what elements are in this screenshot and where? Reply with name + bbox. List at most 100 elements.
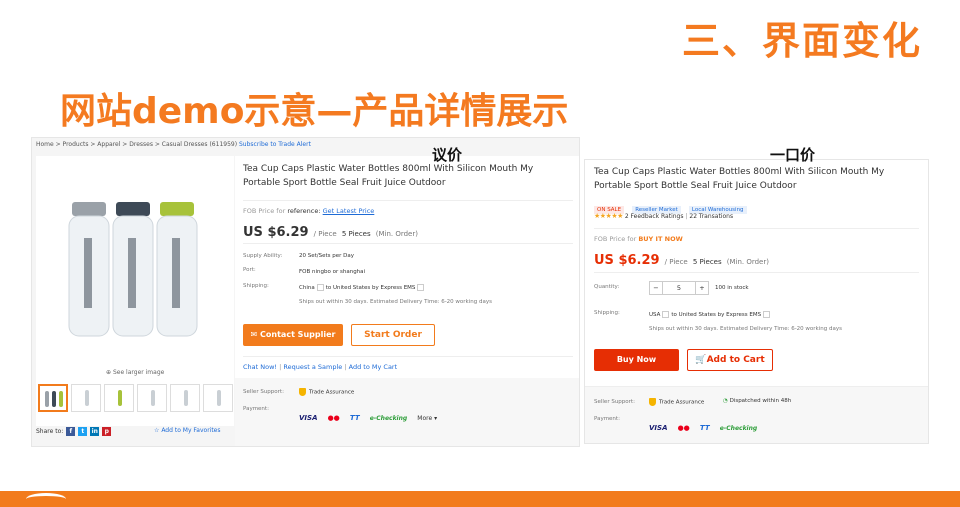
thumbnail-3[interactable] [104,384,134,412]
rating-row: ★★★★★ 2 Feedback Ratings | 22 Transation… [594,212,734,220]
trade-assurance[interactable]: Trade Assurance [299,388,354,396]
thumbnail-6[interactable] [203,384,233,412]
dispatched-label: Dispatched within 48h [729,398,792,404]
ship-to: to United States by Express EMS [325,285,416,291]
trade-assurance-label: Trade Assurance [309,389,355,396]
share-bar: Share to: f t in p [36,427,112,436]
price: US $6.29 [594,253,660,268]
thumbnail-2[interactable] [71,384,101,412]
facebook-icon[interactable]: f [66,427,76,436]
quantity-input[interactable]: 5 [662,281,696,295]
price-unit: / Piece [313,230,337,238]
add-to-cart-label: Add to Cart [706,355,765,365]
add-to-cart-button[interactable]: 🛒Add to Cart [687,349,773,371]
action-links: Chat Now! | Request a Sample | Add to My… [243,363,398,371]
payment-methods: VISA ●● TT e-Checking [649,415,762,434]
add-favorites-label: Add to My Favorites [161,427,221,434]
buy-it-now-label: BUY IT NOW [638,235,683,243]
fob-label: FOB Price for [243,207,286,215]
ship-to: to United States by Express EMS [671,312,762,318]
add-favorites-link[interactable]: ☆ Add to My Favorites [154,427,221,434]
price: US $6.29 [243,225,309,240]
ship-from[interactable]: China [299,285,315,291]
section-title: 三、界面变化 [681,19,922,63]
divider [594,272,919,273]
port-key: Port: [243,267,256,273]
breadcrumb: Home > Products > Apparel > Dresses > Ca… [36,141,311,148]
shipping-row: China to United States by Express EMS [299,284,426,291]
price-row: US $6.29 / Piece 5 Pieces (Min. Order) [243,221,418,240]
thumbnail-1[interactable] [38,384,68,412]
divider [243,356,573,357]
buy-now-button[interactable]: Buy Now [594,349,679,371]
trade-assurance[interactable]: Trade Assurance [649,398,704,406]
ship-from[interactable]: USA [649,312,660,318]
chevron-down-icon[interactable] [763,311,771,318]
chevron-down-icon[interactable] [662,311,670,318]
breadcrumb-path[interactable]: Home > Products > Apparel > Dresses > Ca… [36,141,237,148]
fixed-price-label: 一口价 [770,146,816,164]
start-order-button[interactable]: Start Order [351,324,435,346]
mail-icon: ✉ [250,330,261,339]
fixed-price-product-page: Tea Cup Caps Plastic Water Bottles 800ml… [584,159,929,444]
cart-icon: 🛒 [695,355,707,365]
payment-key: Payment: [594,416,620,422]
qty-plus-button[interactable]: + [695,281,709,295]
add-to-cart-link[interactable]: Add to My Cart [349,363,398,371]
pinterest-icon[interactable]: p [102,427,112,436]
chevron-down-icon[interactable] [417,284,425,291]
divider [243,200,573,201]
shield-icon [299,388,306,396]
price-row: US $6.29 / Piece 5 Pieces (Min. Order) [594,249,769,268]
twitter-icon[interactable]: t [78,427,88,436]
supply-value: 20 Set/Sets per Day [299,253,355,259]
bottles-image [68,202,198,337]
linkedin-icon[interactable]: in [90,427,100,436]
trade-alert-link[interactable]: Subscribe to Trade Alert [239,141,311,148]
thumbnail-strip [38,384,233,412]
see-larger-image-link[interactable]: ⊕ See larger image [106,369,164,376]
chevron-down-icon[interactable] [316,284,324,291]
product-title: Tea Cup Caps Plastic Water Bottles 800ml… [594,167,885,191]
feedback-link[interactable]: 2 Feedback Ratings [625,213,684,220]
payment-key: Payment: [243,406,269,412]
product-main-image[interactable] [38,158,232,363]
negotiate-label: 议价 [432,146,463,164]
min-order: 5 Pieces [341,230,371,238]
request-sample-link[interactable]: Request a Sample [283,363,342,371]
product-info: Tea Cup Caps Plastic Water Bottles 800ml… [235,156,579,446]
fob-price-row: FOB Price for BUY IT NOW [594,235,683,243]
thumbnail-4[interactable] [137,384,167,412]
payment-more-link[interactable]: More ▾ [417,415,437,422]
price-unit: / Piece [664,258,688,266]
stock-count: 100 in stock [715,285,749,291]
contact-supplier-label: Contact Supplier [260,330,336,339]
dispatched-info: ◔ Dispatched within 48h [723,398,791,404]
shipping-row: USA to United States by Express EMS [649,311,772,318]
star-icon: ☆ [154,427,160,434]
seller-support-key: Seller Support: [243,389,284,395]
negotiate-product-page: Home > Products > Apparel > Dresses > Ca… [31,137,580,447]
ship-note: Ships out within 30 days. Estimated Deli… [299,299,492,305]
qty-minus-button[interactable]: − [649,281,663,295]
tt-logo: TT [349,414,360,422]
see-larger-label: See larger image [112,369,165,376]
payment-methods: VISA ●● TT e-Checking More ▾ [299,405,437,424]
ship-note: Ships out within 30 days. Estimated Deli… [649,326,842,332]
chat-now-link[interactable]: Chat Now! [243,363,277,371]
thumbnail-5[interactable] [170,384,200,412]
fob-label: FOB Price for [594,235,637,243]
fob-reference: reference: [287,207,321,215]
search-icon: ⊕ [106,369,112,376]
echecking-logo: e-Checking [369,415,408,422]
transactions: 22 Transations [689,213,734,220]
footer-logo [26,493,66,505]
star-icon: ★★★★★ [594,212,623,220]
seller-support-box: Seller Support: Trade Assurance ◔ Dispat… [585,387,928,443]
port-value: FOB ningbo or shanghai [299,269,366,275]
min-order-note: (Min. Order) [726,258,769,266]
contact-supplier-button[interactable]: ✉ Contact Supplier [243,324,343,346]
get-latest-price-link[interactable]: Get Latest Price [323,207,375,215]
product-title: Tea Cup Caps Plastic Water Bottles 800ml… [243,164,534,188]
footer-bar [0,491,960,507]
